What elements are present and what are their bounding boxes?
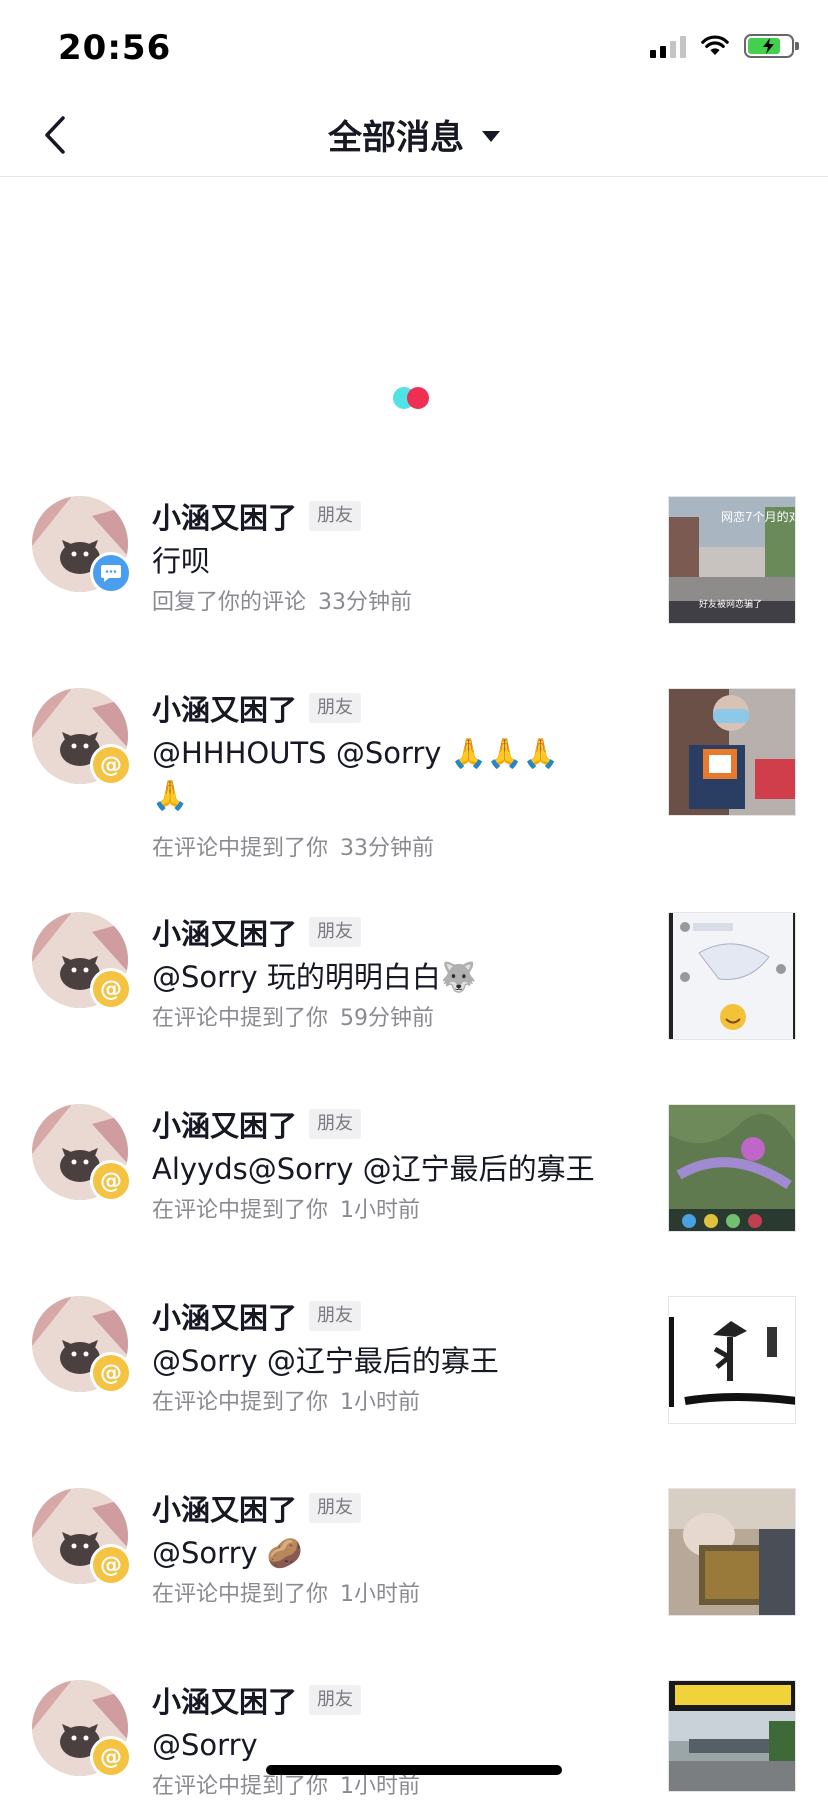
name-row: 小涵又困了 朋友	[152, 911, 362, 953]
action-text: 在评论中提到了你	[152, 1198, 329, 1223]
video-thumbnail[interactable]	[668, 1488, 796, 1616]
video-thumbnail[interactable]: 网恋7个月的对 好友被网恋骗了	[668, 496, 796, 624]
at-icon: @	[90, 1736, 132, 1778]
cellular-signal-icon	[650, 34, 686, 58]
friend-tag: 朋友	[309, 917, 362, 947]
comment-icon	[90, 552, 132, 594]
timestamp: 33分钟前	[318, 590, 413, 615]
message-content: Alyyds@Sorry @辽宁最后的寡王	[152, 1152, 595, 1186]
action-text: 在评论中提到了你	[152, 1390, 329, 1415]
user-name[interactable]: 小涵又困了	[152, 1487, 297, 1529]
status-icons	[650, 34, 799, 58]
status-time: 20:56	[58, 28, 172, 68]
name-row: 小涵又困了 朋友	[152, 1679, 362, 1721]
friend-tag: 朋友	[309, 1301, 362, 1331]
friend-tag: 朋友	[309, 693, 362, 723]
wifi-icon	[701, 35, 729, 55]
message-item[interactable]: 小涵又困了 朋友 行呗 回复了你的评论 33分钟前 网恋7个月的对 好友被网恋骗了	[0, 496, 828, 626]
loading-indicator	[393, 385, 437, 409]
name-row: 小涵又困了 朋友	[152, 495, 362, 537]
friend-tag: 朋友	[309, 1685, 362, 1715]
friend-tag: 朋友	[309, 501, 362, 531]
action-text: 在评论中提到了你	[152, 836, 329, 861]
timestamp: 33分钟前	[340, 836, 435, 861]
message-meta: 在评论中提到了你 1小时前	[152, 1384, 420, 1416]
video-thumbnail[interactable]	[668, 1104, 796, 1232]
message-filter-dropdown[interactable]: 全部消息	[0, 110, 828, 159]
name-row: 小涵又困了 朋友	[152, 1487, 362, 1529]
loader-dot-red	[407, 387, 429, 409]
name-row: 小涵又困了 朋友	[152, 1103, 362, 1145]
message-item[interactable]: @ 小涵又困了 朋友 @Sorry 在评论中提到了你 1小时前	[0, 1679, 828, 1799]
home-indicator[interactable]	[266, 1765, 562, 1775]
message-content: @HHHOUTS @Sorry 🙏🙏🙏🙏	[152, 736, 560, 812]
at-icon: @	[90, 1352, 132, 1394]
action-text: 回复了你的评论	[152, 590, 307, 615]
status-bar: 20:56	[0, 0, 828, 96]
message-content: @Sorry 🥔	[152, 1536, 303, 1570]
at-icon: @	[90, 968, 132, 1010]
user-name[interactable]: 小涵又困了	[152, 1103, 297, 1145]
message-meta: 在评论中提到了你 1小时前	[152, 1192, 420, 1224]
battery-charging-icon	[744, 34, 799, 58]
name-row: 小涵又困了 朋友	[152, 1295, 362, 1337]
timestamp: 1小时前	[340, 1582, 421, 1607]
user-name[interactable]: 小涵又困了	[152, 1679, 297, 1721]
friend-tag: 朋友	[309, 1109, 362, 1139]
user-name[interactable]: 小涵又困了	[152, 911, 297, 953]
message-meta: 在评论中提到了你 33分钟前	[152, 830, 434, 862]
message-meta: 在评论中提到了你 1小时前	[152, 1576, 420, 1608]
message-meta: 在评论中提到了你 59分钟前	[152, 1000, 434, 1032]
message-item[interactable]: @ 小涵又困了 朋友 @Sorry 🥔 在评论中提到了你 1小时前	[0, 1488, 828, 1618]
video-thumbnail[interactable]	[668, 912, 796, 1040]
timestamp: 1小时前	[340, 1198, 421, 1223]
thumb-caption: 网恋7个月的对	[721, 509, 796, 524]
caret-down-icon	[482, 131, 500, 142]
timestamp: 1小时前	[340, 1390, 421, 1415]
user-name[interactable]: 小涵又困了	[152, 687, 297, 729]
message-content: @Sorry @辽宁最后的寡王	[152, 1344, 499, 1378]
video-thumbnail[interactable]	[668, 1296, 796, 1424]
message-item[interactable]: @ 小涵又困了 朋友 @Sorry 玩的明明白白🐺 在评论中提到了你 59分钟前	[0, 912, 828, 1042]
page-title: 全部消息	[328, 118, 464, 158]
friend-tag: 朋友	[309, 1493, 362, 1523]
timestamp: 59分钟前	[340, 1006, 435, 1031]
message-item[interactable]: @ 小涵又困了 朋友 @HHHOUTS @Sorry 🙏🙏🙏🙏 在评论中提到了你…	[0, 688, 828, 866]
user-name[interactable]: 小涵又困了	[152, 1295, 297, 1337]
message-content: @Sorry 玩的明明白白🐺	[152, 960, 477, 994]
timestamp: 1小时前	[340, 1774, 421, 1799]
message-meta: 回复了你的评论 33分钟前	[152, 584, 412, 616]
message-item[interactable]: @ 小涵又困了 朋友 @Sorry @辽宁最后的寡王 在评论中提到了你 1小时前	[0, 1296, 828, 1426]
at-icon: @	[90, 1544, 132, 1586]
video-thumbnail[interactable]	[668, 688, 796, 816]
action-text: 在评论中提到了你	[152, 1006, 329, 1031]
action-text: 在评论中提到了你	[152, 1582, 329, 1607]
message-item[interactable]: @ 小涵又困了 朋友 Alyyds@Sorry @辽宁最后的寡王 在评论中提到了…	[0, 1104, 828, 1234]
at-icon: @	[90, 744, 132, 786]
message-content: 行呗	[152, 544, 211, 578]
message-content: @Sorry	[152, 1728, 258, 1762]
at-icon: @	[90, 1160, 132, 1202]
nav-bar: 全部消息	[0, 96, 828, 177]
thumb-subtitle: 好友被网恋骗了	[699, 598, 762, 610]
user-name[interactable]: 小涵又困了	[152, 495, 297, 537]
video-thumbnail[interactable]	[668, 1680, 796, 1792]
action-text: 在评论中提到了你	[152, 1774, 329, 1799]
name-row: 小涵又困了 朋友	[152, 687, 362, 729]
